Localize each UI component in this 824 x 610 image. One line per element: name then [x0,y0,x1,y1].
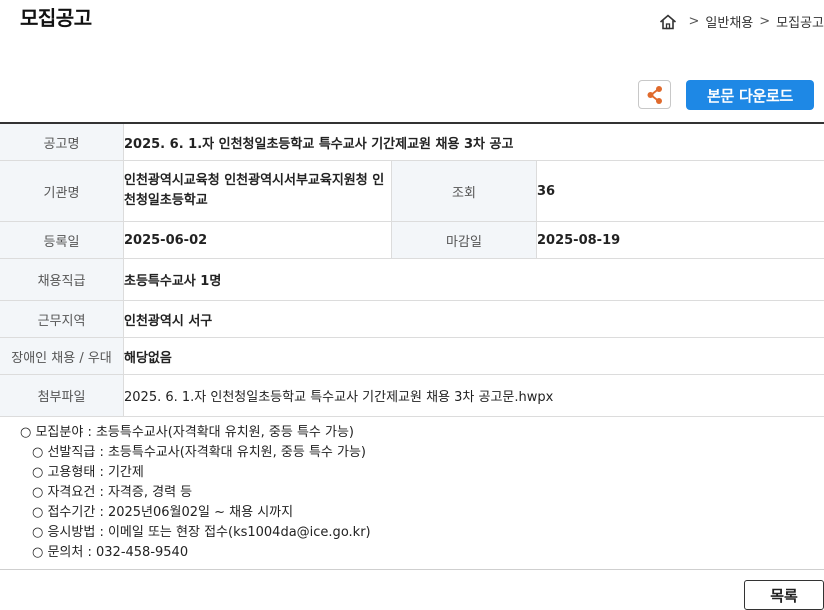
attachment-label: 첨부파일 [0,374,124,417]
breadcrumb: > 일반채용 > 모집공고 [659,12,824,31]
attachment-cell: 2025. 6. 1.자 인천청일초등학교 특수교사 기간제교원 채용 3차 공… [123,374,824,417]
deadline-label: 마감일 [391,221,537,259]
deadline-value: 2025-08-19 [536,221,824,259]
detail-line: ○ 문의처 : 032-458-9540 [32,545,189,560]
download-body-button[interactable]: 본문 다운로드 [686,80,814,110]
agency-label: 기관명 [0,160,124,222]
table-row: 첨부파일 2025. 6. 1.자 인천청일초등학교 특수교사 기간제교원 채용… [0,374,824,417]
list-button[interactable]: 목록 [744,580,824,610]
notice-name-label: 공고명 [0,123,124,161]
detail-line: ○ 선발직급 : 초등특수교사(자격확대 유치원, 중등 특수 가능) [32,445,367,460]
breadcrumb-item-general-hiring[interactable]: 일반채용 [705,12,753,31]
views-value: 36 [536,160,824,222]
table-row: 장애인 채용 / 우대 해당없음 [0,337,824,375]
table-row: 등록일 2025-06-02 마감일 2025-08-19 [0,221,824,259]
home-icon[interactable] [659,13,677,30]
work-region-label: 근무지역 [0,300,124,338]
registration-date-label: 등록일 [0,221,124,259]
detail-line: ○ 모집분야 : 초등특수교사(자격확대 유치원, 중등 특수 가능) [20,425,355,440]
notice-name-value: 2025. 6. 1.자 인천청일초등학교 특수교사 기간제교원 채용 3차 공… [123,123,824,161]
registration-date-value: 2025-06-02 [123,221,392,259]
notice-info-table: 공고명 2025. 6. 1.자 인천청일초등학교 특수교사 기간제교원 채용 … [0,122,824,417]
breadcrumb-item-recruitment-notice[interactable]: 모집공고 [776,12,824,31]
detail-line: ○ 자격요건 : 자격증, 경력 등 [32,485,193,500]
breadcrumb-separator: > [688,14,700,29]
position-label: 채용직급 [0,258,124,301]
share-button[interactable] [638,80,671,109]
share-icon [647,85,662,104]
detail-line: ○ 접수기간 : 2025년06월02일 ~ 채용 시까지 [32,505,294,520]
table-row: 근무지역 인천광역시 서구 [0,300,824,338]
breadcrumb-separator: > [759,14,771,29]
table-row: 기관명 인천광역시교육청 인천광역시서부교육지원청 인천청일초등학교 조회 36 [0,160,824,222]
detail-line: ○ 응시방법 : 이메일 또는 현장 접수(ks1004da@ice.go.kr… [32,525,371,540]
work-region-value: 인천광역시 서구 [123,300,824,338]
detail-line: ○ 고용형태 : 기간제 [32,465,144,480]
disability-hiring-label: 장애인 채용 / 우대 [0,337,124,375]
agency-value: 인천광역시교육청 인천광역시서부교육지원청 인천청일초등학교 [123,160,392,222]
divider [0,569,824,570]
views-label: 조회 [391,160,537,222]
attachment-link[interactable]: 2025. 6. 1.자 인천청일초등학교 특수교사 기간제교원 채용 3차 공… [124,390,553,405]
position-value: 초등특수교사 1명 [123,258,824,301]
notice-details: ○ 모집분야 : 초등특수교사(자격확대 유치원, 중등 특수 가능) ○ 선발… [20,423,371,563]
page-title: 모집공고 [20,6,92,30]
disability-hiring-value: 해당없음 [123,337,824,375]
table-row: 공고명 2025. 6. 1.자 인천청일초등학교 특수교사 기간제교원 채용 … [0,123,824,161]
table-row: 채용직급 초등특수교사 1명 [0,258,824,301]
